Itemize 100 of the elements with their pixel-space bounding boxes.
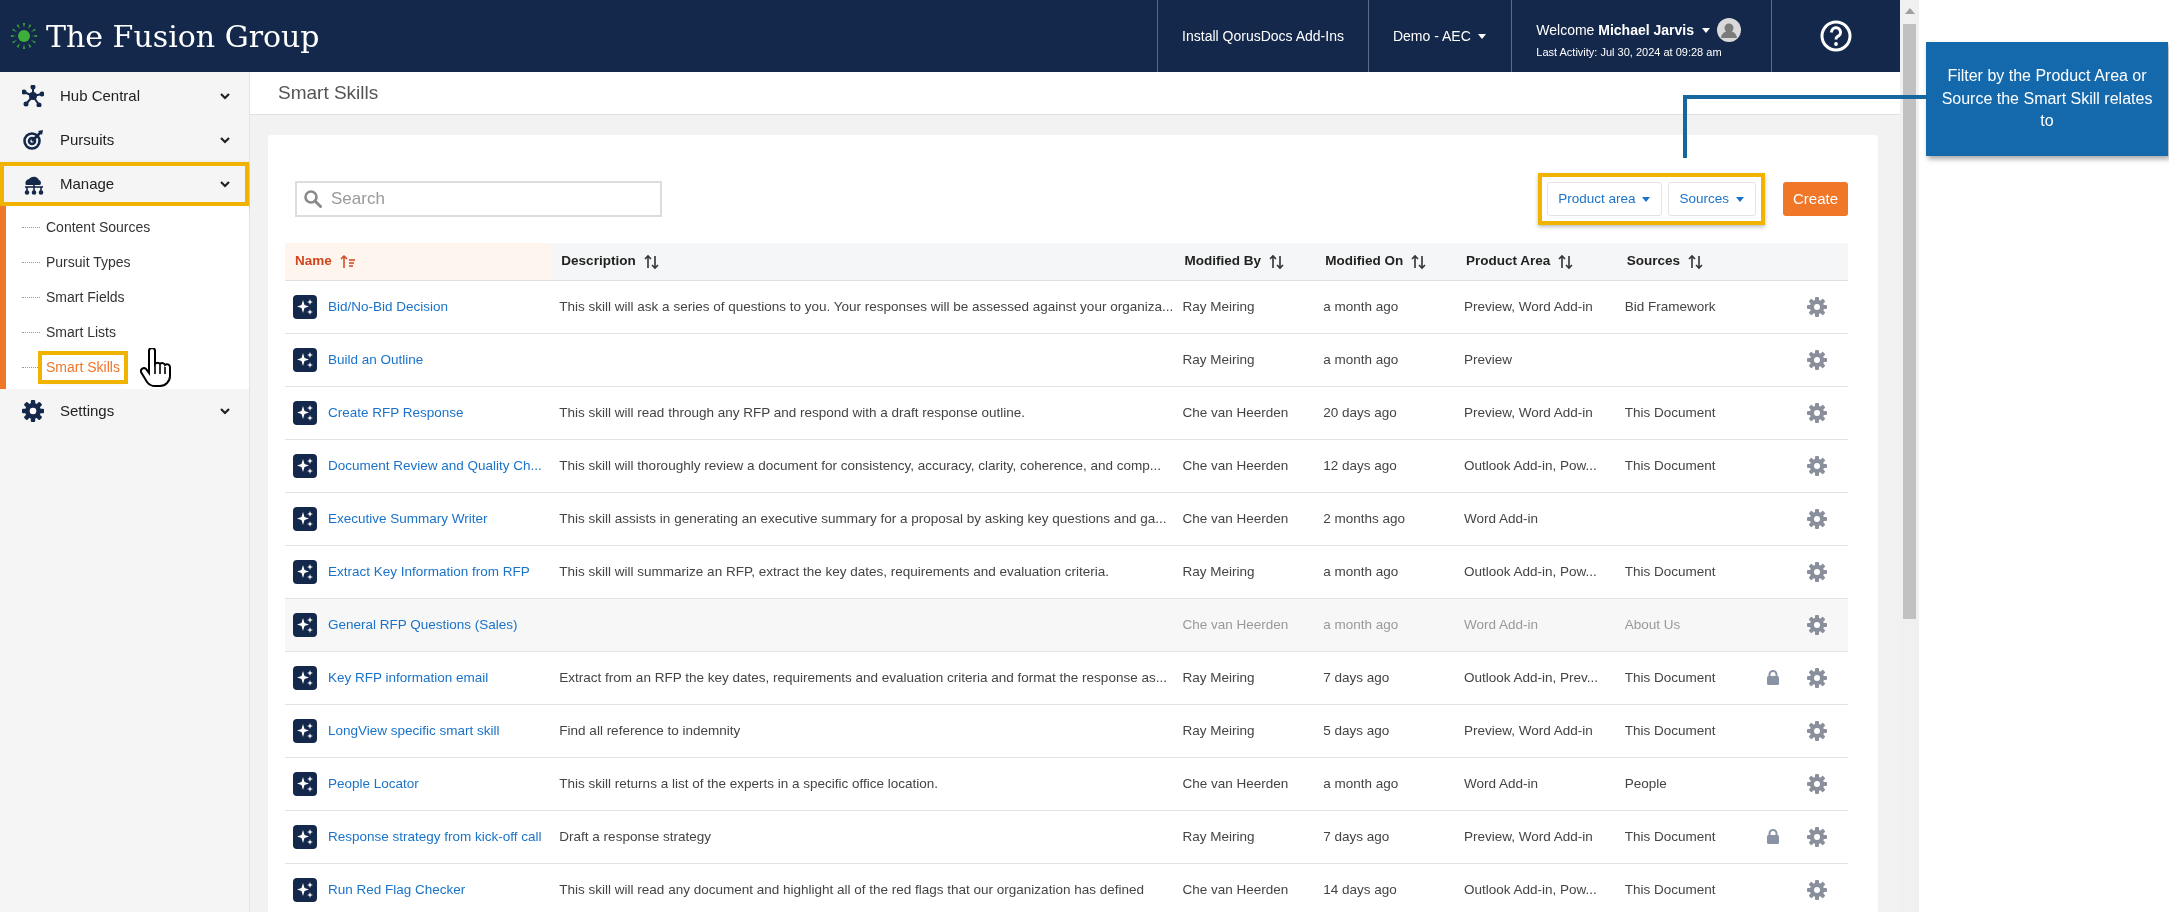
settings-icon[interactable] [1805, 719, 1828, 742]
filter-dropdown[interactable]: Sources [1668, 182, 1756, 217]
settings-icon[interactable] [1805, 507, 1828, 530]
table-cell: This skill assists in generating an executive summary for a proposal by asking key questions and ga... [551, 492, 1175, 546]
page-title: Smart Skills [250, 72, 1900, 115]
skill-link[interactable]: Response strategy from kick-off call [328, 826, 542, 847]
table-cell: This Document [1616, 439, 1758, 493]
skill-link[interactable]: Key RFP information email [328, 667, 489, 688]
skill-link[interactable]: Run Red Flag Checker [328, 879, 466, 900]
hub-icon [22, 85, 44, 107]
caret-icon[interactable] [1700, 26, 1711, 34]
skill-link[interactable]: Bid/No-Bid Decision [328, 296, 449, 317]
avatar-icon[interactable] [1717, 18, 1741, 42]
sidebar-item[interactable]: Settings [0, 389, 249, 433]
search-field[interactable]: Search [295, 181, 662, 218]
sun-logo-icon [10, 22, 38, 50]
sparkle-icon [293, 294, 317, 319]
settings-icon[interactable] [1805, 560, 1828, 583]
column-header[interactable]: Description [561, 251, 636, 272]
table-cell: Find all reference to indemnity [551, 704, 1175, 758]
settings-icon[interactable] [1805, 348, 1828, 371]
target-icon [22, 129, 44, 151]
column-header[interactable]: Name [295, 251, 332, 272]
sidebar-item[interactable]: Pursuits [0, 118, 249, 162]
sort-icon[interactable] [1411, 253, 1428, 270]
table-cell: 14 days ago [1315, 863, 1456, 912]
table-cell: This skill will summarize an RFP, extract the key dates, requirements and evaluation criteria. [551, 545, 1175, 599]
sort-icon[interactable] [1558, 253, 1575, 270]
sort-icon[interactable] [1688, 253, 1705, 270]
table-cell: Word Add-in [1456, 598, 1617, 652]
create-button[interactable]: Create [1782, 181, 1848, 217]
sort-icon[interactable] [643, 253, 660, 270]
sidebar-item[interactable]: Hub Central [0, 74, 249, 118]
environment-dropdown[interactable]: Demo - AEC [1392, 25, 1488, 47]
table-cell: This skill will thoroughly review a document for consistency, accuracy, clarity, coherence, and comp... [551, 439, 1175, 493]
table-cell: Preview, Word Add-in [1456, 386, 1617, 440]
table-cell: Outlook Add-in, Pow... [1456, 439, 1617, 493]
sparkle-icon [293, 347, 317, 372]
table-cell: 12 days ago [1315, 439, 1456, 493]
chevron-down-icon [219, 406, 231, 416]
settings-icon[interactable] [1805, 666, 1828, 689]
lock-icon [1765, 828, 1780, 845]
submenu-link[interactable]: Content Sources [42, 215, 155, 240]
search-icon [304, 190, 322, 209]
scroll-up-arrow-icon[interactable] [1904, 8, 1915, 14]
table-cell: 7 days ago [1315, 651, 1456, 705]
settings-icon[interactable] [1805, 454, 1828, 477]
submenu-link[interactable]: Smart Fields [42, 285, 129, 310]
caret-icon [1734, 195, 1745, 203]
settings-icon[interactable] [1805, 613, 1828, 636]
table-cell: This Document [1616, 810, 1758, 864]
settings-icon[interactable] [1805, 295, 1828, 318]
table-cell: a month ago [1315, 598, 1456, 652]
table-cell: This skill will ask a series of questions to you. Your responses will be assessed against your organiza... [551, 280, 1175, 334]
table-cell: This skill will read through any RFP and respond with a draft response outline. [551, 386, 1175, 440]
submenu-link[interactable]: Pursuit Types [42, 250, 135, 275]
skill-link[interactable]: Build an Outline [328, 349, 424, 370]
scrollbar[interactable] [1900, 0, 1919, 912]
table-cell: Ray Meiring [1174, 280, 1316, 334]
help-icon[interactable] [1820, 20, 1852, 52]
install-link[interactable]: Install QorusDocs Add-Ins [1182, 25, 1344, 47]
sort-ascending-icon[interactable] [339, 253, 356, 270]
table-cell: Ray Meiring [1174, 545, 1316, 599]
sidebar-item[interactable]: Manage [0, 162, 249, 206]
settings-icon[interactable] [1805, 772, 1828, 795]
table-cell: 5 days ago [1315, 704, 1456, 758]
brand-name: The Fusion Group [46, 17, 320, 56]
table-cell: This skill will read any document and highlight all of the red flags that our organization has defined [551, 863, 1175, 912]
skill-link[interactable]: Executive Summary Writer [328, 508, 488, 529]
table-cell: Ray Meiring [1174, 810, 1316, 864]
skill-link[interactable]: Extract Key Information from RFP [328, 561, 530, 582]
caret-icon [1641, 195, 1652, 203]
table-cell: This Document [1616, 386, 1758, 440]
skill-link[interactable]: People Locator [328, 773, 419, 794]
table-cell: Outlook Add-in, Pow... [1456, 863, 1617, 912]
table-cell: Ray Meiring [1174, 333, 1316, 387]
table-cell: About Us [1616, 598, 1758, 652]
settings-icon[interactable] [1805, 401, 1828, 424]
skill-link[interactable]: Create RFP Response [328, 402, 464, 423]
table-cell: This Document [1616, 545, 1758, 599]
table-cell: Extract from an RFP the key dates, requirements and evaluation criteria and format the response as... [551, 651, 1175, 705]
table-cell: 2 months ago [1315, 492, 1456, 546]
settings-icon[interactable] [1805, 825, 1828, 848]
sparkle-icon [293, 824, 317, 849]
callout-box: Filter by the Product Area or Source the Smart Skill relates to [1926, 42, 2168, 156]
filter-dropdown[interactable]: Product area [1547, 182, 1663, 217]
submenu-link[interactable]: Smart Lists [42, 320, 120, 345]
settings-icon [22, 400, 44, 422]
table-cell: Preview, Word Add-in [1456, 280, 1617, 334]
table-cell: Che van Heerden [1174, 439, 1316, 493]
skill-link[interactable]: LongView specific smart skill [328, 720, 500, 741]
sort-icon[interactable] [1269, 253, 1286, 270]
table-cell: Draft a response strategy [551, 810, 1175, 864]
table-cell: Preview, Word Add-in [1456, 704, 1617, 758]
table-cell: Preview, Word Add-in [1456, 810, 1617, 864]
table-cell: Preview [1456, 333, 1617, 387]
skill-link[interactable]: Document Review and Quality Ch... [328, 455, 542, 476]
sparkle-icon [293, 400, 317, 425]
chevron-down-icon [219, 179, 231, 189]
settings-icon[interactable] [1805, 878, 1828, 901]
